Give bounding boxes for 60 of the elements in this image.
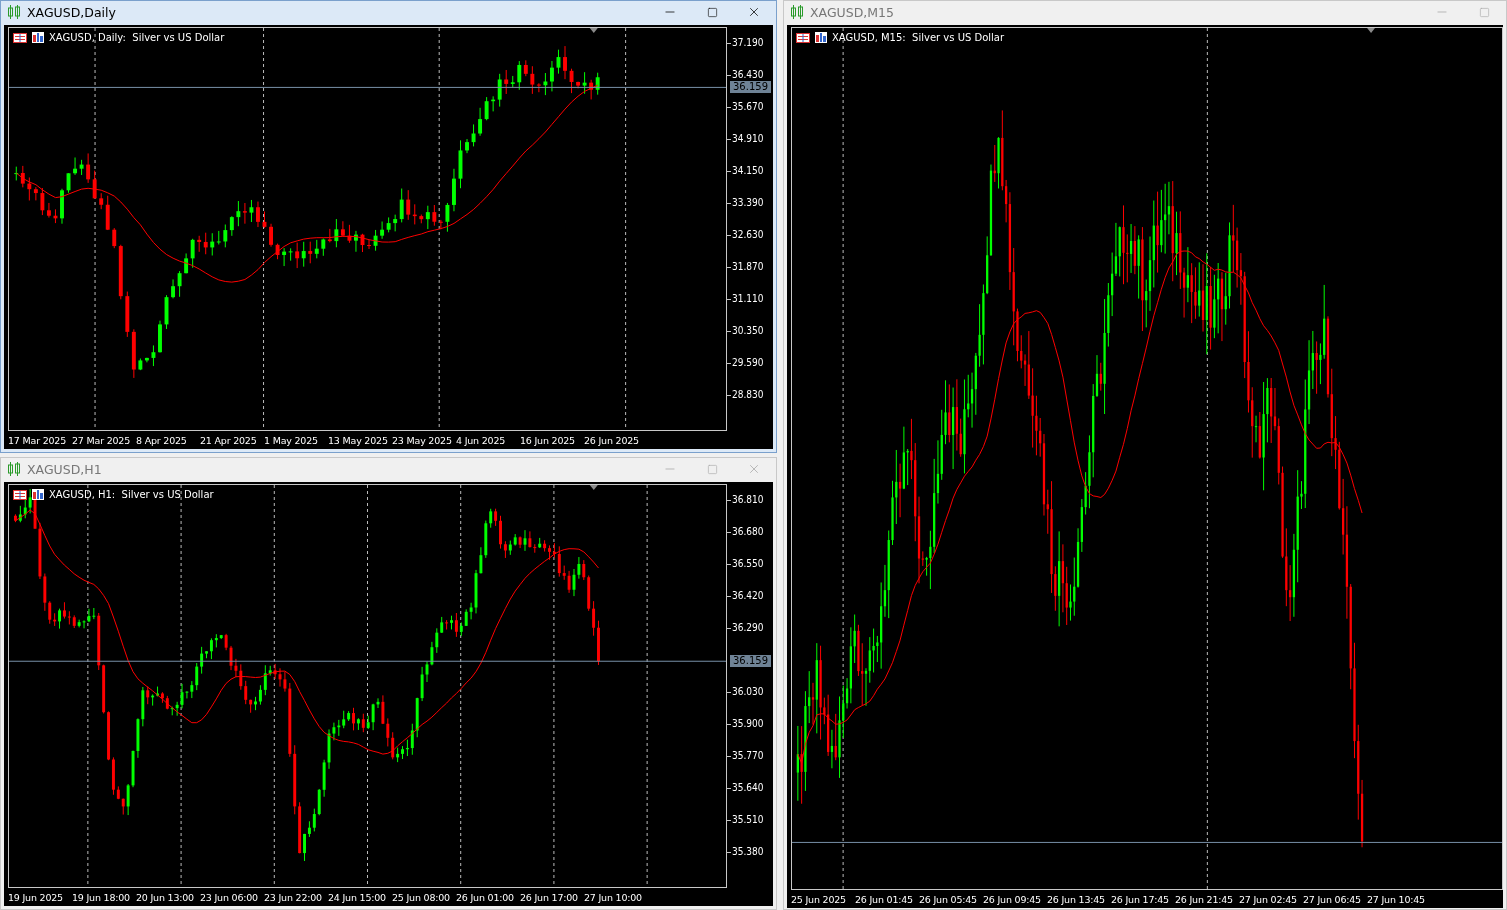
price-tick: 36.420	[727, 580, 773, 612]
time-label: 19 Jun 18:00	[72, 891, 131, 903]
time-label: 13 May 2025	[328, 434, 389, 446]
time-label: 19 Jun 2025	[8, 891, 64, 903]
price-tick: 35.670	[727, 91, 773, 123]
price-tick: 35.770	[727, 740, 773, 772]
price-tick: 28.830	[727, 379, 773, 411]
time-label: 16 Jun 2025	[520, 434, 576, 446]
current-price-label: 36.159	[730, 655, 771, 668]
price-tick: 29.590	[727, 347, 773, 379]
price-tick: 36.290	[727, 612, 773, 644]
time-label: 26 Jun 21:45	[1175, 893, 1234, 905]
window-title: XAGUSD,M15	[810, 4, 895, 20]
price-tick: 33.390	[727, 187, 773, 219]
time-label: 4 Jun 2025	[456, 434, 507, 446]
time-label: 26 Jun 01:00	[456, 891, 515, 903]
time-label: 8 Apr 2025	[136, 434, 188, 446]
price-tick: 35.900	[727, 708, 773, 740]
chart-header: XAGUSD, M15: Silver vs US Dollar	[832, 32, 1005, 43]
price-tick: 34.910	[727, 123, 773, 155]
time-label: 25 Jun 2025	[791, 893, 847, 905]
time-label: 27 Jun 10:45	[1367, 893, 1426, 905]
current-price-label: 36.159	[730, 81, 771, 94]
time-label: 26 Jun 17:45	[1111, 893, 1170, 905]
time-label: 26 Jun 05:45	[919, 893, 978, 905]
price-tick: 31.870	[727, 251, 773, 283]
time-label: 23 May 2025	[392, 434, 453, 446]
price-tick: 35.510	[727, 804, 773, 836]
price-tick: 36.680	[727, 516, 773, 548]
time-label: 27 Jun 10:00	[584, 891, 643, 903]
window-title: XAGUSD,H1	[27, 461, 103, 477]
price-tick: 31.110	[727, 283, 773, 315]
price-tick: 34.150	[727, 155, 773, 187]
price-tick: 35.380	[727, 836, 773, 868]
time-label: 27 Jun 06:45	[1303, 893, 1362, 905]
price-tick: 37.190	[727, 27, 773, 59]
price-tick: 36.810	[727, 484, 773, 516]
price-tick: 35.640	[727, 772, 773, 804]
time-label: 27 Jun 02:45	[1239, 893, 1298, 905]
time-label: 21 Apr 2025	[200, 434, 258, 446]
time-label: 24 Jun 15:00	[328, 891, 387, 903]
time-label: 27 Mar 2025	[72, 434, 132, 446]
time-label: 20 Jun 13:00	[136, 891, 195, 903]
time-label: 26 Jun 2025	[584, 434, 640, 446]
chart-header: XAGUSD, Daily: Silver vs US Dollar	[49, 32, 225, 43]
price-tick: 36.030	[727, 676, 773, 708]
time-label: 26 Jun 13:45	[1047, 893, 1106, 905]
time-label: 26 Jun 17:00	[520, 891, 579, 903]
price-tick: 32.630	[727, 219, 773, 251]
time-label: 26 Jun 01:45	[855, 893, 914, 905]
time-label: 23 Jun 22:00	[264, 891, 323, 903]
time-label: 25 Jun 08:00	[392, 891, 451, 903]
price-tick: 36.550	[727, 548, 773, 580]
time-label: 17 Mar 2025	[8, 434, 68, 446]
time-label: 26 Jun 09:45	[983, 893, 1042, 905]
time-label: 1 May 2025	[264, 434, 319, 446]
chart-header: XAGUSD, H1: Silver vs US Dollar	[49, 489, 214, 500]
time-label: 23 Jun 06:00	[200, 891, 259, 903]
price-tick: 30.350	[727, 315, 773, 347]
window-title: XAGUSD,Daily	[27, 4, 117, 20]
